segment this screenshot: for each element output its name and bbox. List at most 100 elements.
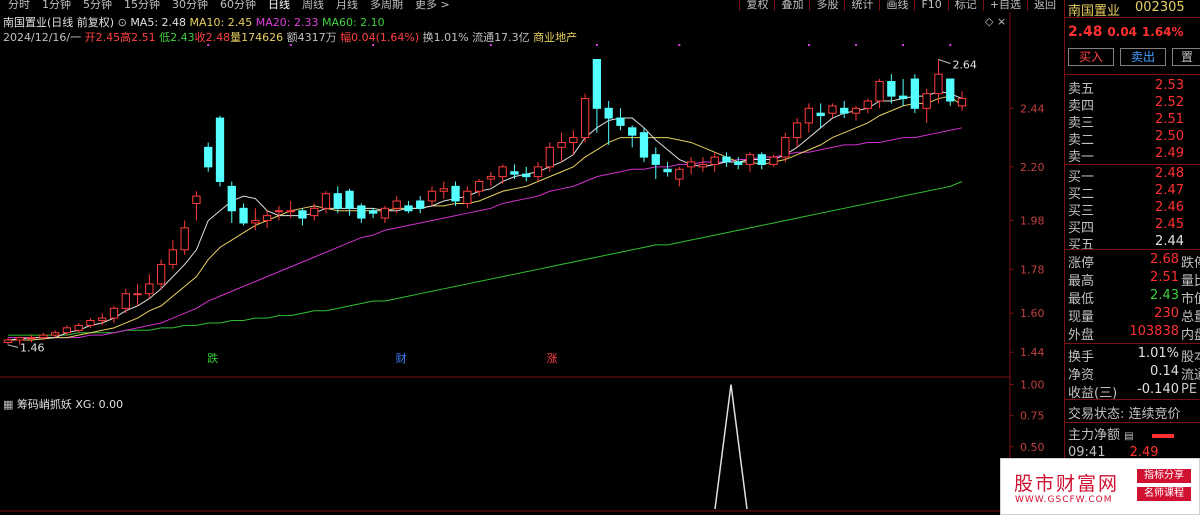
candle-body — [734, 161, 743, 165]
buy-order-5-label: 买五 — [1068, 238, 1095, 253]
sell-button[interactable]: 卖出 — [1120, 48, 1166, 66]
more-button[interactable]: 置 — [1172, 48, 1200, 66]
y-tick-label: 2.20 — [1020, 161, 1045, 174]
stock-title: 南国置业(日线 前复权) — [3, 16, 115, 29]
stat2-1: 净资 0.14流通 — [1068, 364, 1200, 383]
last-price: 2.48 — [1068, 24, 1103, 40]
sub-y-tick-label: 1.00 — [1020, 379, 1045, 392]
chart-icon[interactable]: ▦ — [3, 398, 17, 411]
stat-2-label: 最低 — [1068, 292, 1095, 307]
period-tab-8[interactable]: 月线 — [330, 0, 364, 11]
period-tab-5[interactable]: 60分钟 — [214, 0, 262, 11]
sell-order-4-value: 2.52 — [1155, 95, 1184, 110]
candle-body — [863, 100, 872, 109]
list-icon[interactable]: ▤ — [1124, 431, 1133, 442]
candle-body — [698, 163, 708, 168]
stat2-0-label: 换手 — [1068, 350, 1095, 365]
candle-body — [710, 156, 719, 165]
stat-2-value: 2.43 — [1150, 288, 1179, 303]
candle-body — [427, 190, 437, 202]
sub-y-tick-label: 0.75 — [1020, 410, 1045, 423]
period-tab-2[interactable]: 5分钟 — [77, 0, 118, 11]
period-tab-0[interactable]: 分时 — [2, 0, 36, 11]
tool-button-2[interactable]: 多股 — [809, 0, 844, 11]
candle-body — [286, 210, 295, 213]
stat-1-value: 2.51 — [1150, 270, 1179, 285]
stat-4: 外盘 103838内盘 — [1068, 324, 1200, 343]
candle-body — [380, 207, 390, 219]
y-tick-label: 2.44 — [1020, 102, 1045, 115]
dropdown-circle-icon[interactable]: ⊙ — [118, 16, 131, 29]
divider — [1065, 74, 1200, 75]
divider — [1065, 399, 1200, 400]
tool-button-4[interactable]: 画线 — [879, 0, 914, 11]
buy-button[interactable]: 买入 — [1068, 48, 1114, 66]
ohlc-info-line: 2024/12/16/一 开2.45高2.51 低2.43收2.48量17462… — [3, 29, 577, 45]
period-tab-10[interactable]: 更多 > — [409, 0, 456, 11]
tool-buttons: 复权 叠加 多股 统计 画线 F10 标记 +自选 返回 — [739, 0, 1062, 11]
buy-order-3-value: 2.46 — [1155, 200, 1184, 215]
signal-label-1: 财 — [396, 351, 407, 365]
change-value: 幅0.04(1.64%) — [340, 31, 420, 44]
period-tab-6[interactable]: 日线 — [262, 0, 296, 11]
sell-order-4: 卖四 2.52 — [1068, 95, 1200, 114]
settings-icons[interactable]: ◇ × — [985, 15, 1006, 28]
sell-order-1-label: 卖一 — [1068, 150, 1095, 165]
candle-body — [498, 166, 507, 178]
stat2-1-label: 净资 — [1068, 368, 1095, 383]
trade-buttons: 买入 卖出 置 — [1068, 48, 1200, 66]
ma10-line — [8, 95, 963, 341]
buy-order-1: 买一 2.48 — [1068, 166, 1200, 185]
tool-button-6[interactable]: 标记 — [947, 0, 983, 11]
candle-body — [145, 283, 154, 295]
y-tick-label: 1.44 — [1020, 346, 1045, 359]
sell-order-2: 卖二 2.50 — [1068, 129, 1200, 148]
sell-order-1-value: 2.49 — [1155, 146, 1184, 161]
candle-body — [357, 205, 366, 219]
period-tab-4[interactable]: 30分钟 — [166, 0, 214, 11]
candle-body — [875, 80, 884, 102]
tool-button-1[interactable]: 叠加 — [774, 0, 809, 11]
period-tab-9[interactable]: 多周期 — [364, 0, 409, 11]
stat2-0-value: 1.01% — [1137, 346, 1179, 361]
tool-button-8[interactable]: 返回 — [1027, 0, 1062, 11]
candle-body — [522, 173, 531, 178]
candle-body — [616, 117, 625, 126]
kline-chart[interactable]: 2.44 2.20 1.98 1.78 1.60 1.44 1.00 0.75 0.50 2.64… — [0, 12, 1062, 515]
xg-spike — [714, 384, 748, 510]
tool-button-5[interactable]: F10 — [914, 0, 947, 11]
trade-state: 交易状态: 连续竞价 — [1068, 407, 1181, 422]
divider — [1065, 17, 1200, 18]
high-value: 高2.51 — [120, 31, 156, 44]
candle-body — [592, 59, 602, 109]
tool-button-0[interactable]: 复权 — [739, 0, 774, 11]
period-tab-3[interactable]: 15分钟 — [118, 0, 166, 11]
stat2-1-value: 0.14 — [1150, 364, 1179, 379]
candle-body — [686, 161, 696, 168]
candle-body — [898, 95, 908, 100]
candle-body — [215, 117, 225, 182]
tool-button-7[interactable]: +自选 — [982, 0, 1027, 11]
close-icon[interactable]: × — [997, 15, 1006, 28]
candle-body — [769, 156, 778, 165]
period-tab-7[interactable]: 周线 — [296, 0, 330, 11]
candle-body — [757, 154, 766, 165]
candle-body — [816, 112, 825, 117]
buy-order-5-value: 2.44 — [1155, 234, 1184, 249]
divider — [1065, 164, 1200, 165]
candle-body — [345, 190, 354, 209]
watermark-tag-course: 名师课程 — [1137, 487, 1191, 501]
divider — [1065, 249, 1200, 250]
stat-0-label2: 跌停 — [1181, 256, 1200, 271]
watermark-logo: 股市财富网 WWW.GSCFW.COM 指标分享 名师课程 — [1000, 458, 1200, 515]
watermark-tag-indicator: 指标分享 — [1137, 469, 1191, 483]
stat2-0-label2: 股本 — [1181, 350, 1200, 365]
stat-2: 最低 2.43市值 — [1068, 288, 1200, 307]
sub-indicator-xg: XG: 0.00 — [75, 398, 124, 411]
kline-chart-svg: 2.44 2.20 1.98 1.78 1.60 1.44 1.00 0.75 0.50 2.64… — [0, 12, 1045, 515]
tool-button-3[interactable]: 统计 — [844, 0, 879, 11]
period-tab-1[interactable]: 1分钟 — [36, 0, 77, 11]
candle-body — [439, 188, 448, 192]
candle-body — [922, 93, 931, 109]
signal-label-2: 涨 — [546, 352, 557, 365]
